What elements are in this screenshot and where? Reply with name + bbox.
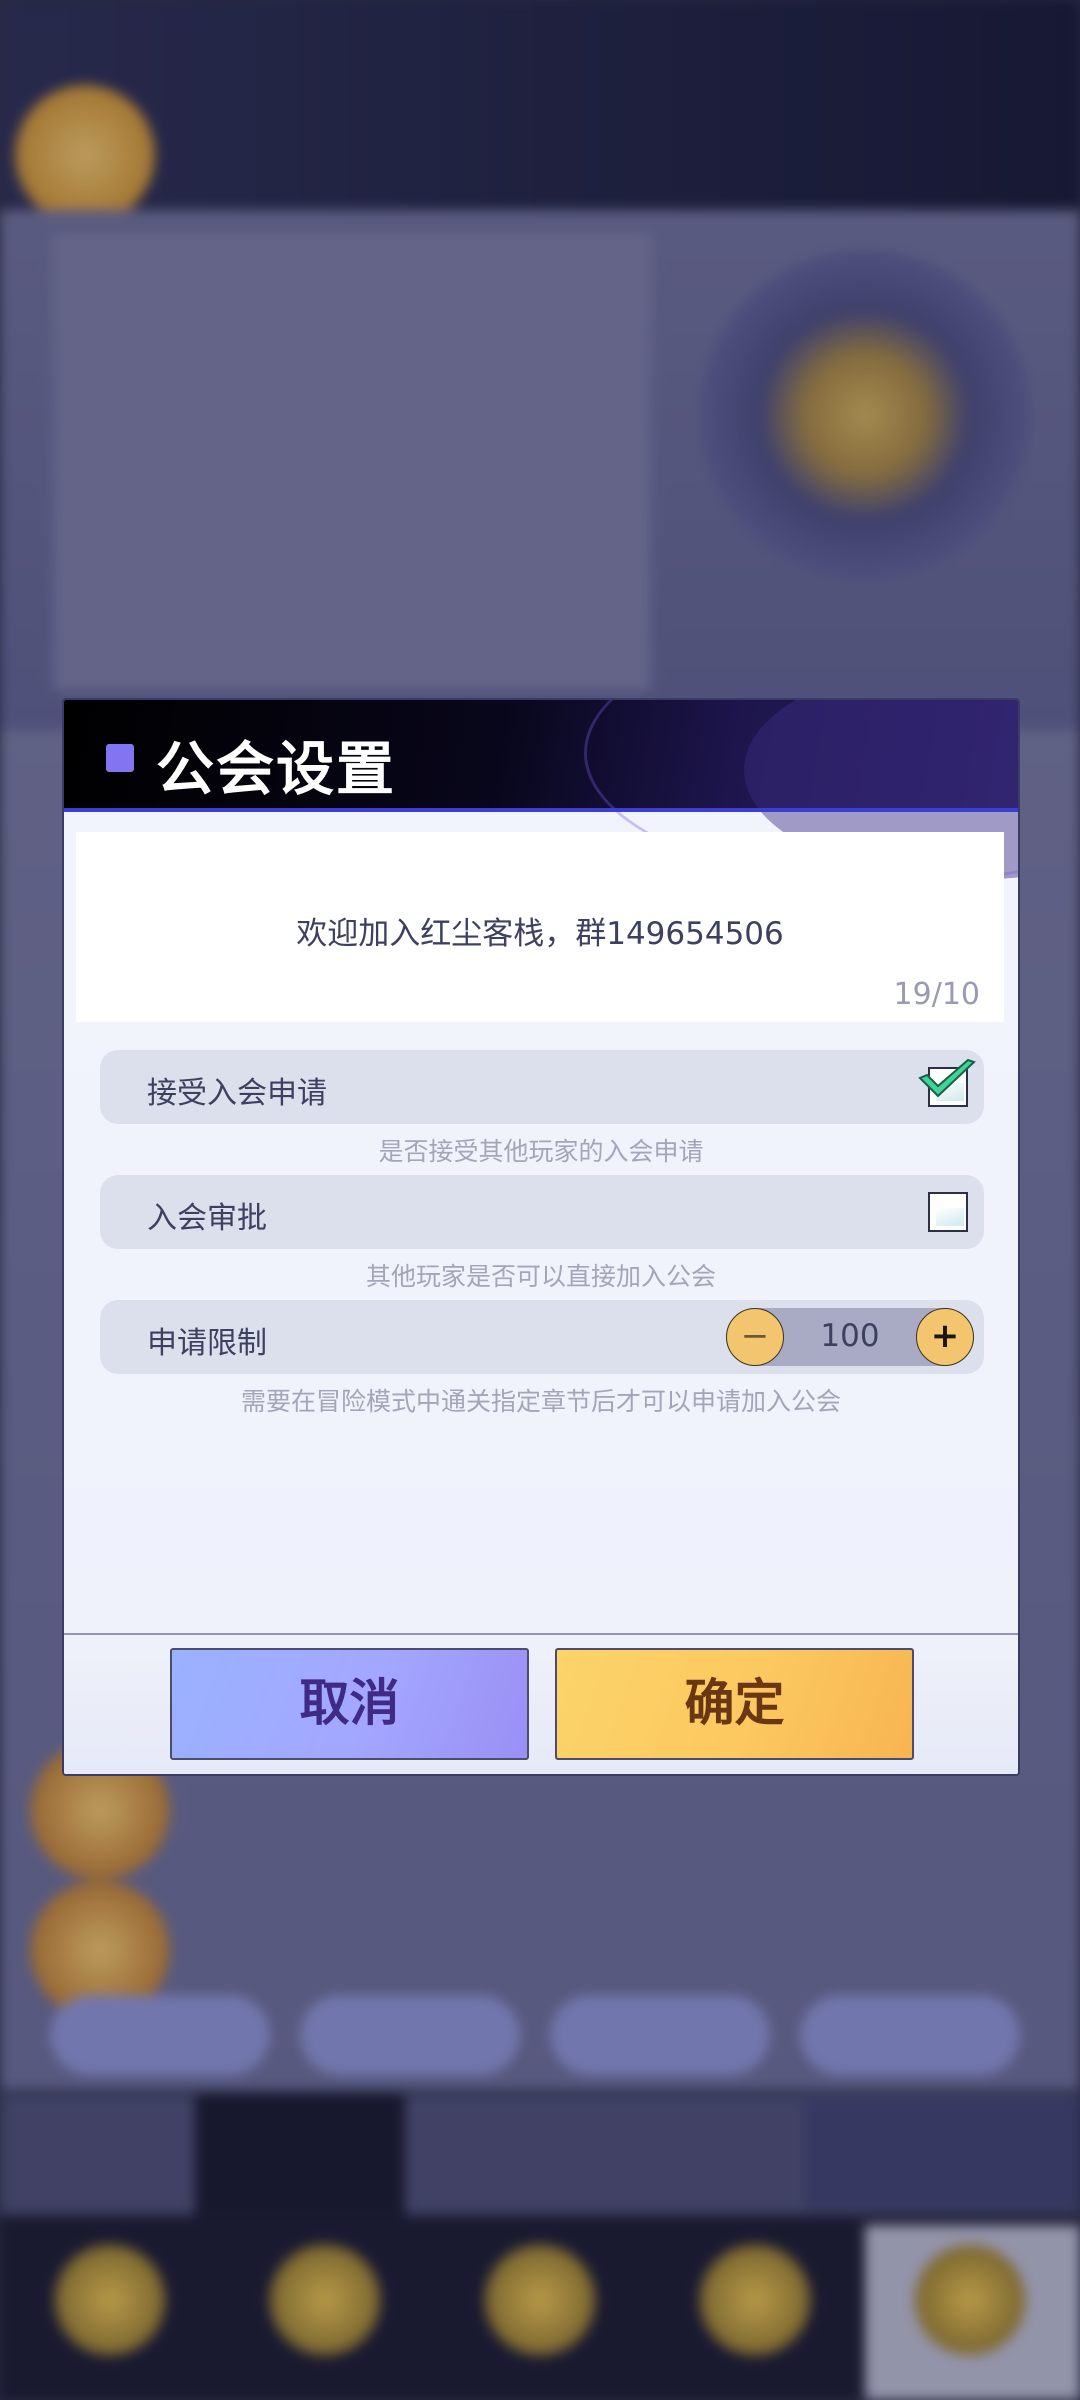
increase-button[interactable]: + xyxy=(916,1308,974,1366)
footer-divider xyxy=(64,1633,1018,1635)
guild-notice-input[interactable]: 欢迎加入红尘客栈，群149654506 19/10 xyxy=(76,832,1004,1022)
setting-label: 入会审批 xyxy=(147,1201,267,1236)
setting-hint: 是否接受其他玩家的入会申请 xyxy=(378,1137,704,1166)
setting-join-approval: 入会审批 xyxy=(100,1175,984,1249)
level-limit-stepper: − 100 + xyxy=(726,1308,974,1366)
setting-hint: 其他玩家是否可以直接加入公会 xyxy=(365,1262,716,1291)
join-approval-checkbox[interactable] xyxy=(928,1192,968,1232)
setting-hint: 需要在冒险模式中通关指定章节后才可以申请加入公会 xyxy=(240,1387,841,1416)
setting-label: 接受入会申请 xyxy=(147,1076,327,1111)
check-mark-icon xyxy=(918,1058,976,1098)
setting-label: 申请限制 xyxy=(147,1326,267,1361)
confirm-button[interactable]: 确定 xyxy=(555,1648,914,1760)
guild-notice-text: 欢迎加入红尘客栈，群149654506 xyxy=(296,916,784,952)
title-square-icon xyxy=(106,744,134,772)
level-limit-value: 100 xyxy=(820,1318,880,1354)
header-underline xyxy=(64,808,1018,812)
setting-accept-applications: 接受入会申请 xyxy=(100,1050,984,1124)
guild-settings-dialog: 公会设置 欢迎加入红尘客栈，群149654506 19/10 接受入会申请 是否… xyxy=(62,698,1020,1776)
decrease-button[interactable]: − xyxy=(726,1308,784,1366)
cancel-button[interactable]: 取消 xyxy=(170,1648,529,1760)
setting-application-limit: 申请限制 − 100 + xyxy=(100,1300,984,1374)
dialog-header: 公会设置 xyxy=(64,700,1018,886)
dialog-title: 公会设置 xyxy=(156,735,397,803)
notice-char-counter: 19/10 xyxy=(893,977,980,1012)
checkbox-glare xyxy=(936,1208,964,1226)
